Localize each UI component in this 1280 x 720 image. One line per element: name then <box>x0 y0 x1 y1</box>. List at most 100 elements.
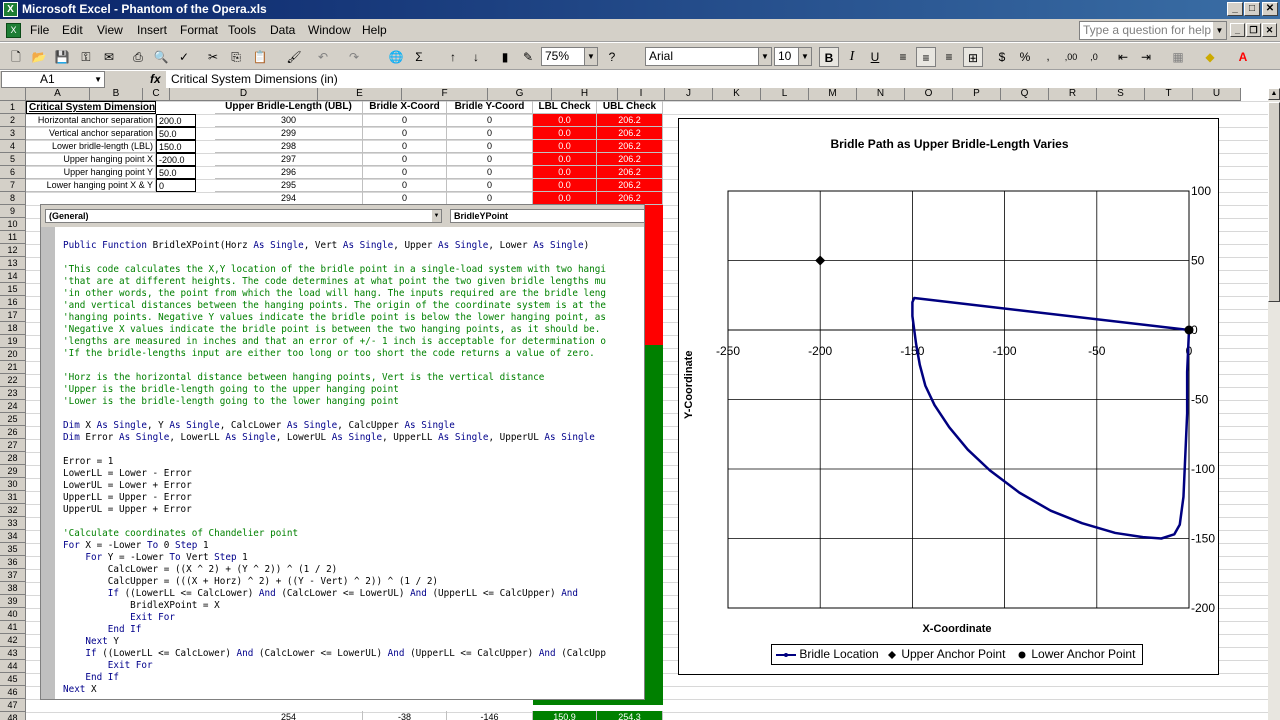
zoom-dropdown-icon[interactable]: ▼ <box>584 48 597 65</box>
help-search-input[interactable]: Type a question for help ▼ <box>1079 21 1227 40</box>
code-line[interactable]: 'in other words, the point from which th… <box>63 288 606 300</box>
cell-f6[interactable]: 0 <box>447 166 533 179</box>
dimension-label[interactable]: Upper hanging point Y <box>26 166 156 179</box>
row-header-10[interactable]: 10 <box>0 218 26 231</box>
row-header-25[interactable]: 25 <box>0 413 26 426</box>
row-header-32[interactable]: 32 <box>0 504 26 517</box>
column-header-b[interactable]: B <box>90 88 143 101</box>
code-line[interactable]: Exit For <box>63 660 606 672</box>
cell-h2[interactable]: 206.2 <box>597 114 663 127</box>
column-header-p[interactable]: P <box>953 88 1001 101</box>
code-line[interactable]: CalcLower = ((X ^ 2) + (Y ^ 2)) ^ (1 / 2… <box>63 564 606 576</box>
dimension-value[interactable]: 50.0 <box>156 166 196 179</box>
row-header-2[interactable]: 2 <box>0 114 26 127</box>
row-header-12[interactable]: 12 <box>0 244 26 257</box>
chart-wizard-icon[interactable]: ▮ <box>495 47 515 67</box>
menu-window[interactable]: Window <box>308 19 351 42</box>
row-header-13[interactable]: 13 <box>0 257 26 270</box>
code-line[interactable]: BridleXPoint = X <box>63 600 606 612</box>
column-header-r[interactable]: R <box>1049 88 1097 101</box>
cell-a1[interactable]: Critical System Dimensions (in) <box>26 101 156 114</box>
row-header-28[interactable]: 28 <box>0 452 26 465</box>
code-line[interactable]: 'If the bridle-lengths input are either … <box>63 348 606 360</box>
column-header-i[interactable]: I <box>618 88 665 101</box>
row-header-46[interactable]: 46 <box>0 686 26 699</box>
cell-d7[interactable]: 295 <box>215 179 363 192</box>
code-line[interactable]: Next Y <box>63 636 606 648</box>
cell-e6[interactable]: 0 <box>363 166 447 179</box>
close-button[interactable]: ✕ <box>1262 2 1278 16</box>
cell-h7[interactable]: 206.2 <box>597 179 663 192</box>
cell-f2[interactable]: 0 <box>447 114 533 127</box>
insert-function-button[interactable]: fx <box>150 71 161 88</box>
format-painter-icon[interactable]: 🖌 <box>284 47 304 67</box>
italic-button[interactable]: I <box>842 47 862 67</box>
cell-d5[interactable]: 297 <box>215 153 363 166</box>
cut-icon[interactable]: ✂ <box>203 47 223 67</box>
code-line[interactable]: End If <box>63 624 606 636</box>
row-header-7[interactable]: 7 <box>0 179 26 192</box>
dimension-value[interactable]: -200.0 <box>156 153 196 166</box>
column-header-g[interactable]: G <box>488 88 552 101</box>
cell-h48[interactable]: 254.3 <box>597 711 663 720</box>
column-header-u[interactable]: U <box>1193 88 1241 101</box>
dimension-label[interactable]: Lower bridle-length (LBL) <box>26 140 156 153</box>
dimension-label[interactable]: Horizontal anchor separation <box>26 114 156 127</box>
cell-f1[interactable]: Bridle Y-Coord <box>447 101 533 114</box>
font-color-icon[interactable]: A <box>1233 47 1253 67</box>
cell-e7[interactable]: 0 <box>363 179 447 192</box>
code-line[interactable]: 'This code calculates the X,Y location o… <box>63 264 606 276</box>
cell-d1[interactable]: Upper Bridle-Length (UBL) <box>215 101 363 114</box>
sort-descending-icon[interactable]: ↓ <box>466 47 486 67</box>
vba-code-text[interactable]: Public Function BridleXPoint(Horz As Sin… <box>63 240 606 696</box>
row-header-36[interactable]: 36 <box>0 556 26 569</box>
sort-ascending-icon[interactable]: ↑ <box>443 47 463 67</box>
row-header-11[interactable]: 11 <box>0 231 26 244</box>
vertical-scrollbar[interactable]: ▲ <box>1268 88 1280 720</box>
align-right-icon[interactable]: ≡ <box>939 47 959 67</box>
percent-button[interactable]: % <box>1015 47 1035 67</box>
vba-object-dropdown-icon[interactable]: ▼ <box>432 210 441 222</box>
cell-g48[interactable]: 150.9 <box>533 711 597 720</box>
row-header-22[interactable]: 22 <box>0 374 26 387</box>
code-line[interactable]: LowerLL = Lower - Error <box>63 468 606 480</box>
chart-object[interactable]: Bridle Path as Upper Bridle-Length Varie… <box>678 118 1219 675</box>
scroll-thumb[interactable] <box>1268 102 1280 302</box>
cell-f4[interactable]: 0 <box>447 140 533 153</box>
column-header-o[interactable]: O <box>905 88 953 101</box>
code-line[interactable]: Dim Error As Single, LowerLL As Single, … <box>63 432 606 444</box>
vba-procedure-dropdown[interactable]: BridleYPoint <box>450 209 644 223</box>
code-line[interactable]: LowerUL = Lower + Error <box>63 480 606 492</box>
column-header-e[interactable]: E <box>318 88 402 101</box>
row-header-30[interactable]: 30 <box>0 478 26 491</box>
code-line[interactable]: 'Lower is the bridle-length going to the… <box>63 396 606 408</box>
cell-g6[interactable]: 0.0 <box>533 166 597 179</box>
drawing-icon[interactable]: ✎ <box>518 47 538 67</box>
column-header-j[interactable]: J <box>665 88 713 101</box>
code-line[interactable] <box>63 360 606 372</box>
dimension-label[interactable]: Upper hanging point X <box>26 153 156 166</box>
row-header-16[interactable]: 16 <box>0 296 26 309</box>
align-left-icon[interactable]: ≡ <box>893 47 913 67</box>
column-header-n[interactable]: N <box>857 88 905 101</box>
hyperlink-icon[interactable]: 🌐 <box>386 47 406 67</box>
row-header-8[interactable]: 8 <box>0 192 26 205</box>
paste-icon[interactable]: 📋 <box>250 47 270 67</box>
doc-restore-button[interactable]: ❐ <box>1246 23 1261 37</box>
code-line[interactable]: If ((LowerLL <= CalcLower) And (CalcLowe… <box>63 648 606 660</box>
code-line[interactable]: 'hanging points. Negative Y values indic… <box>63 312 606 324</box>
dimension-label[interactable]: Vertical anchor separation <box>26 127 156 140</box>
row-header-24[interactable]: 24 <box>0 400 26 413</box>
code-line[interactable]: End If <box>63 672 606 684</box>
code-line[interactable]: Exit For <box>63 612 606 624</box>
dimension-value[interactable]: 200.0 <box>156 114 196 127</box>
row-header-9[interactable]: 9 <box>0 205 26 218</box>
cell-e48[interactable]: -38 <box>363 711 447 720</box>
menu-data[interactable]: Data <box>270 19 295 42</box>
borders-icon[interactable]: ▦ <box>1168 47 1188 67</box>
font-select[interactable]: Arial ▼ <box>645 47 772 66</box>
row-header-34[interactable]: 34 <box>0 530 26 543</box>
code-line[interactable]: CalcUpper = (((X + Horz) ^ 2) + ((Y - Ve… <box>63 576 606 588</box>
dimension-value[interactable]: 0 <box>156 179 196 192</box>
cell-f5[interactable]: 0 <box>447 153 533 166</box>
